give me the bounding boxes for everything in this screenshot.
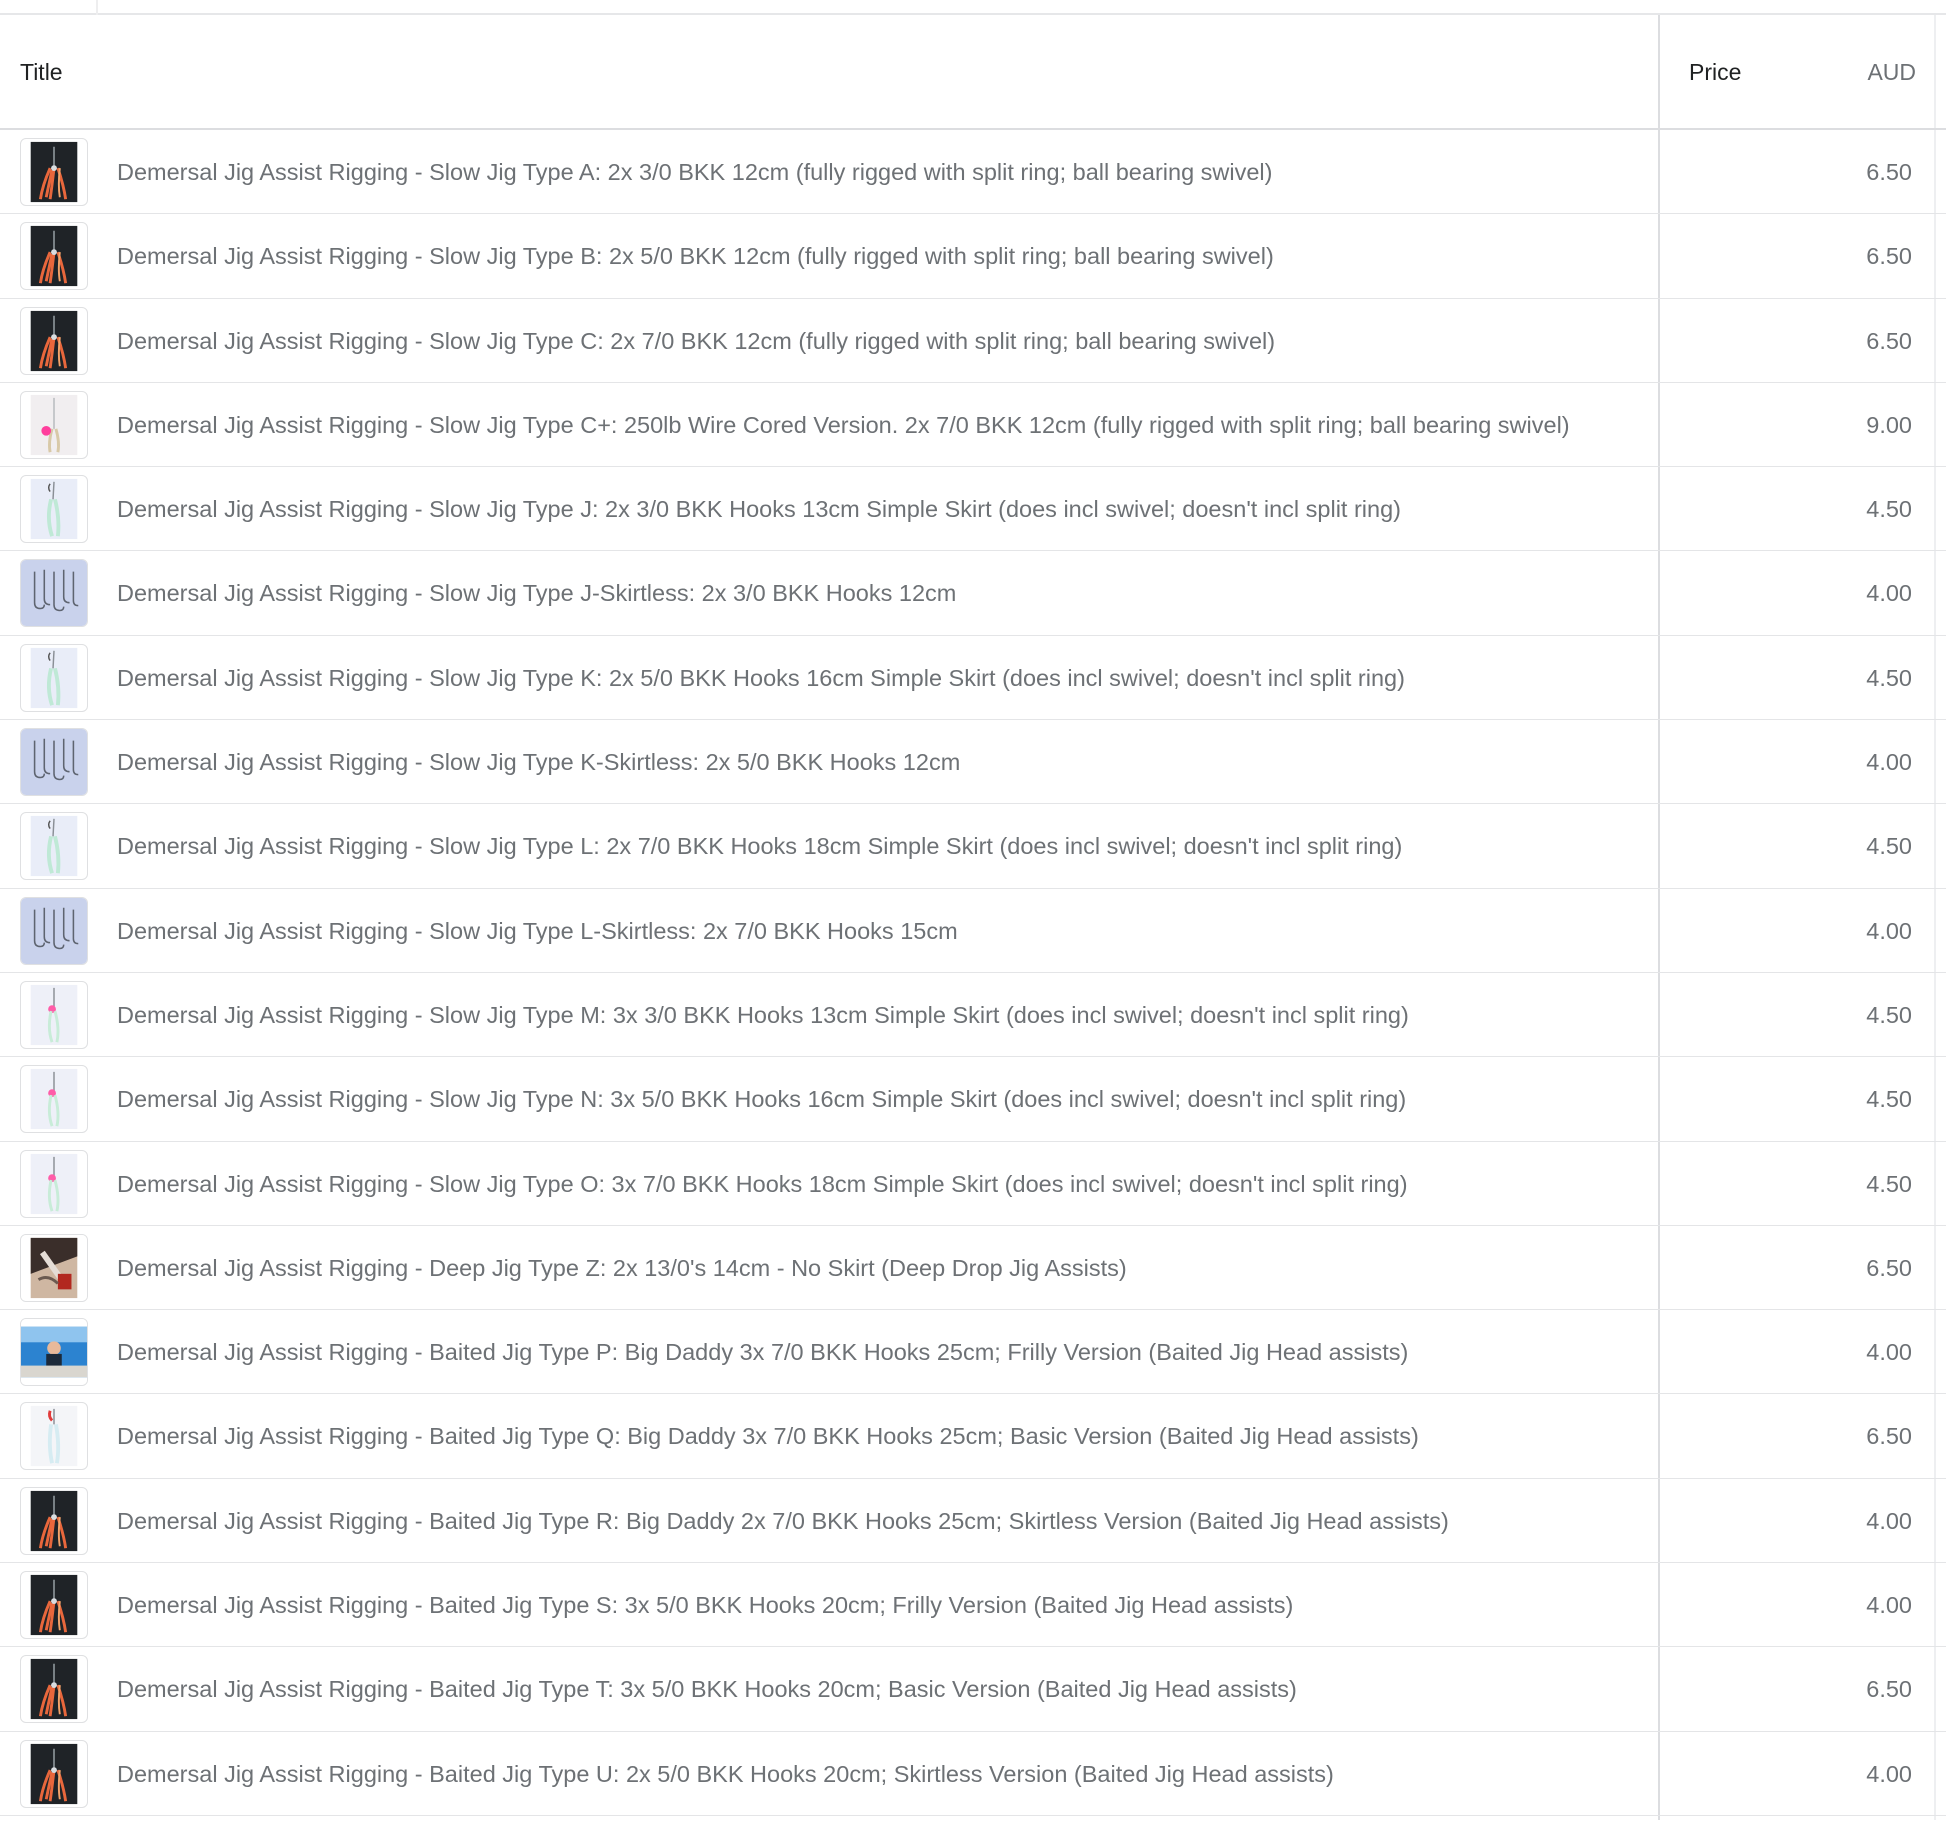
product-price: 4.00 bbox=[1866, 749, 1912, 776]
product-price: 4.00 bbox=[1866, 580, 1912, 607]
product-thumbnail[interactable] bbox=[20, 475, 88, 544]
product-title[interactable]: Demersal Jig Assist Rigging - Slow Jig T… bbox=[117, 889, 1647, 973]
table-row[interactable]: Demersal Jig Assist Rigging - Slow Jig T… bbox=[0, 1142, 1946, 1226]
product-thumbnail[interactable] bbox=[20, 728, 88, 797]
table-row[interactable]: Demersal Jig Assist Rigging - Slow Jig T… bbox=[0, 214, 1946, 299]
product-title[interactable]: Demersal Jig Assist Rigging - Slow Jig T… bbox=[117, 804, 1647, 888]
product-price: 4.00 bbox=[1866, 1760, 1912, 1787]
product-title[interactable]: Demersal Jig Assist Rigging - Slow Jig T… bbox=[117, 383, 1647, 467]
table-row[interactable]: Demersal Jig Assist Rigging - Slow Jig T… bbox=[0, 299, 1946, 383]
product-price: 4.00 bbox=[1866, 917, 1912, 944]
product-title[interactable]: Demersal Jig Assist Rigging - Slow Jig T… bbox=[117, 214, 1647, 298]
product-price: 6.50 bbox=[1866, 1423, 1912, 1450]
product-thumbnail[interactable] bbox=[20, 1233, 88, 1302]
table-row[interactable]: Demersal Jig Assist Rigging - Baited Jig… bbox=[0, 1479, 1946, 1564]
product-thumbnail[interactable] bbox=[20, 559, 88, 628]
product-price: 6.50 bbox=[1866, 1676, 1912, 1703]
product-title[interactable]: Demersal Jig Assist Rigging - Slow Jig T… bbox=[117, 299, 1647, 383]
product-price: 4.00 bbox=[1866, 1339, 1912, 1366]
product-price: 4.00 bbox=[1866, 1507, 1912, 1534]
product-price: 4.50 bbox=[1866, 496, 1912, 523]
product-table: Title Price AUD Demersal Jig Assist Rigg… bbox=[0, 15, 1946, 1820]
table-row[interactable]: Demersal Jig Assist Rigging - Slow Jig T… bbox=[0, 1057, 1946, 1142]
table-row[interactable]: Demersal Jig Assist Rigging - Slow Jig T… bbox=[0, 720, 1946, 805]
product-thumbnail[interactable] bbox=[20, 1486, 88, 1555]
product-price: 6.50 bbox=[1866, 159, 1912, 185]
table-row[interactable]: Demersal Jig Assist Rigging - Baited Jig… bbox=[0, 1732, 1946, 1816]
product-thumbnail[interactable] bbox=[20, 138, 88, 206]
product-title[interactable]: Demersal Jig Assist Rigging - Slow Jig T… bbox=[117, 636, 1647, 720]
product-title[interactable]: Demersal Jig Assist Rigging - Slow Jig T… bbox=[117, 1142, 1647, 1226]
product-title[interactable]: Demersal Jig Assist Rigging - Slow Jig T… bbox=[117, 973, 1647, 1057]
product-thumbnail[interactable] bbox=[20, 980, 88, 1049]
table-row[interactable]: Demersal Jig Assist Rigging - Baited Jig… bbox=[0, 1310, 1946, 1395]
product-price: 6.50 bbox=[1866, 1254, 1912, 1281]
product-title[interactable]: Demersal Jig Assist Rigging - Deep Jig T… bbox=[117, 1226, 1647, 1310]
column-header-currency: AUD bbox=[1867, 59, 1916, 85]
table-row[interactable]: Demersal Jig Assist Rigging - Slow Jig T… bbox=[0, 467, 1946, 552]
product-title[interactable]: Demersal Jig Assist Rigging - Slow Jig T… bbox=[117, 720, 1647, 804]
table-header-row: Title Price AUD bbox=[0, 15, 1946, 130]
table-row[interactable]: Demersal Jig Assist Rigging - Slow Jig T… bbox=[0, 889, 1946, 973]
product-thumbnail[interactable] bbox=[20, 1149, 88, 1218]
product-thumbnail[interactable] bbox=[20, 1571, 88, 1640]
product-thumbnail[interactable] bbox=[20, 1739, 88, 1808]
product-price: 4.50 bbox=[1866, 1086, 1912, 1113]
table-row[interactable]: Demersal Jig Assist Rigging - Slow Jig T… bbox=[0, 973, 1946, 1058]
product-title[interactable]: Demersal Jig Assist Rigging - Baited Jig… bbox=[117, 1563, 1647, 1647]
product-price: 4.50 bbox=[1866, 664, 1912, 691]
product-price: 6.50 bbox=[1866, 243, 1912, 270]
product-price: 6.50 bbox=[1866, 327, 1912, 354]
product-title[interactable]: Demersal Jig Assist Rigging - Slow Jig T… bbox=[117, 551, 1647, 635]
table-body: Demersal Jig Assist Rigging - Slow Jig T… bbox=[0, 130, 1946, 1816]
product-title[interactable]: Demersal Jig Assist Rigging - Slow Jig T… bbox=[117, 467, 1647, 551]
product-title[interactable]: Demersal Jig Assist Rigging - Baited Jig… bbox=[117, 1732, 1647, 1816]
product-title[interactable]: Demersal Jig Assist Rigging - Baited Jig… bbox=[117, 1647, 1647, 1731]
product-title[interactable]: Demersal Jig Assist Rigging - Slow Jig T… bbox=[117, 1057, 1647, 1141]
product-price: 4.50 bbox=[1866, 1001, 1912, 1028]
product-thumbnail[interactable] bbox=[20, 1065, 88, 1134]
table-row[interactable]: Demersal Jig Assist Rigging - Slow Jig T… bbox=[0, 551, 1946, 636]
product-thumbnail[interactable] bbox=[20, 222, 88, 291]
table-row[interactable]: Demersal Jig Assist Rigging - Slow Jig T… bbox=[0, 636, 1946, 721]
product-thumbnail[interactable] bbox=[20, 896, 88, 965]
product-price: 4.50 bbox=[1866, 1170, 1912, 1197]
table-row[interactable]: Demersal Jig Assist Rigging - Slow Jig T… bbox=[0, 383, 1946, 468]
product-price: 4.50 bbox=[1866, 833, 1912, 860]
table-row[interactable]: Demersal Jig Assist Rigging - Baited Jig… bbox=[0, 1394, 1946, 1479]
table-row[interactable]: Demersal Jig Assist Rigging - Baited Jig… bbox=[0, 1563, 1946, 1648]
product-price: 4.00 bbox=[1866, 1592, 1912, 1619]
product-title[interactable]: Demersal Jig Assist Rigging - Baited Jig… bbox=[117, 1479, 1647, 1563]
column-header-price[interactable]: Price bbox=[1689, 15, 1741, 130]
product-price: 9.00 bbox=[1866, 411, 1912, 438]
product-thumbnail[interactable] bbox=[20, 390, 88, 459]
product-title[interactable]: Demersal Jig Assist Rigging - Baited Jig… bbox=[117, 1394, 1647, 1478]
product-thumbnail[interactable] bbox=[20, 812, 88, 881]
column-header-title[interactable]: Title bbox=[20, 15, 63, 130]
product-thumbnail[interactable] bbox=[20, 1318, 88, 1387]
top-toolbar-strip bbox=[0, 0, 1946, 15]
product-thumbnail[interactable] bbox=[20, 1402, 88, 1471]
product-thumbnail[interactable] bbox=[20, 1655, 88, 1724]
table-row[interactable]: Demersal Jig Assist Rigging - Slow Jig T… bbox=[0, 804, 1946, 889]
product-title[interactable]: Demersal Jig Assist Rigging - Baited Jig… bbox=[117, 1310, 1647, 1394]
table-row[interactable]: Demersal Jig Assist Rigging - Deep Jig T… bbox=[0, 1226, 1946, 1311]
product-thumbnail[interactable] bbox=[20, 306, 88, 375]
product-title[interactable]: Demersal Jig Assist Rigging - Slow Jig T… bbox=[117, 130, 1647, 214]
table-row[interactable]: Demersal Jig Assist Rigging - Slow Jig T… bbox=[0, 130, 1946, 215]
toolbar-divider bbox=[96, 0, 98, 15]
table-row[interactable]: Demersal Jig Assist Rigging - Baited Jig… bbox=[0, 1647, 1946, 1732]
product-thumbnail[interactable] bbox=[20, 643, 88, 712]
